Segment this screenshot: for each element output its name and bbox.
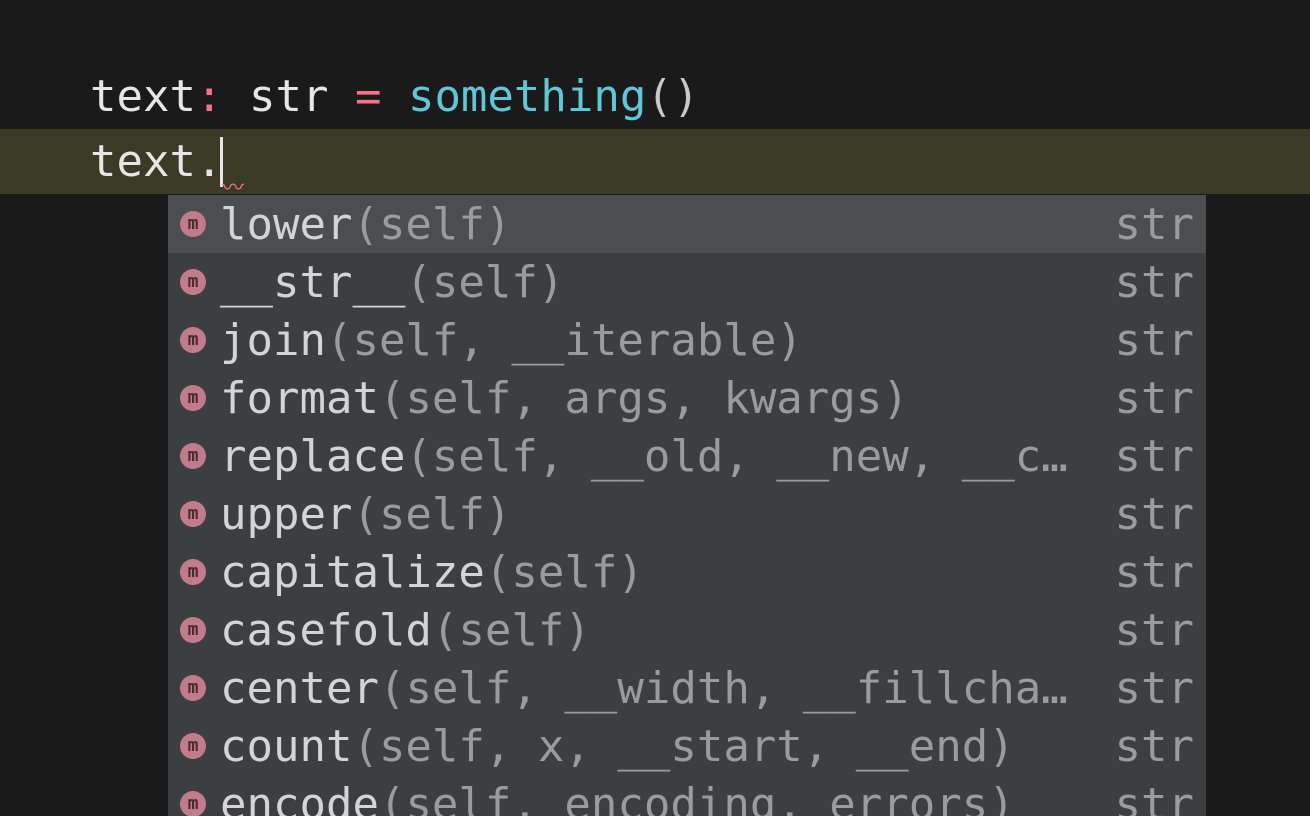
completion-params: (self, x, __start, __end): [352, 721, 1014, 772]
method-icon: m: [180, 211, 206, 237]
completion-return-type: str: [1097, 489, 1194, 540]
completion-name: format: [220, 373, 379, 424]
completion-signature: count(self, x, __start, __end): [220, 721, 1097, 772]
completion-return-type: str: [1097, 547, 1194, 598]
completion-name: replace: [220, 431, 405, 482]
method-icon: m: [180, 385, 206, 411]
completion-name: upper: [220, 489, 352, 540]
active-line[interactable]: text. 〰: [0, 129, 1310, 194]
token-function: something: [408, 71, 646, 122]
completion-return-type: str: [1097, 257, 1194, 308]
completion-params: (self, __old, __new, __c…: [405, 431, 1067, 482]
completion-return-type: str: [1097, 605, 1194, 656]
completion-name: __str__: [220, 257, 405, 308]
completion-signature: lower(self): [220, 199, 1097, 250]
token-variable: text: [90, 136, 196, 187]
autocomplete-item[interactable]: mcapitalize(self)str: [168, 543, 1206, 601]
method-icon: m: [180, 443, 206, 469]
method-icon: m: [180, 733, 206, 759]
autocomplete-item[interactable]: mformat(self, args, kwargs)str: [168, 369, 1206, 427]
code-line-1[interactable]: text: str = something(): [0, 0, 1310, 129]
method-icon: m: [180, 791, 206, 816]
autocomplete-item[interactable]: mupper(self)str: [168, 485, 1206, 543]
method-icon: m: [180, 675, 206, 701]
completion-params: (self): [405, 257, 564, 308]
completion-name: count: [220, 721, 352, 772]
completion-params: (self): [432, 605, 591, 656]
completion-name: casefold: [220, 605, 432, 656]
completion-signature: casefold(self): [220, 605, 1097, 656]
autocomplete-item[interactable]: mcount(self, x, __start, __end)str: [168, 717, 1206, 775]
token-variable: text: [90, 71, 196, 122]
completion-name: capitalize: [220, 547, 485, 598]
completion-name: lower: [220, 199, 352, 250]
token-type: str: [249, 71, 328, 122]
autocomplete-item[interactable]: mcasefold(self)str: [168, 601, 1206, 659]
autocomplete-popup[interactable]: mlower(self)strm__str__(self)strmjoin(se…: [168, 195, 1206, 816]
completion-signature: format(self, args, kwargs): [220, 373, 1097, 424]
completion-return-type: str: [1097, 721, 1194, 772]
completion-params: (self): [352, 199, 511, 250]
autocomplete-item[interactable]: mcenter(self, __width, __fillcha…str: [168, 659, 1206, 717]
token-equals: =: [355, 71, 382, 122]
completion-params: (self, __iterable): [326, 315, 803, 366]
autocomplete-item[interactable]: m__str__(self)str: [168, 253, 1206, 311]
completion-return-type: str: [1097, 431, 1194, 482]
completion-params: (self, args, kwargs): [379, 373, 909, 424]
completion-params: (self, encoding, errors): [379, 779, 1015, 816]
token-parens: (): [646, 71, 699, 122]
completion-return-type: str: [1097, 663, 1194, 714]
completion-signature: center(self, __width, __fillcha…: [220, 663, 1097, 714]
completion-signature: join(self, __iterable): [220, 315, 1097, 366]
completion-return-type: str: [1097, 779, 1194, 816]
method-icon: m: [180, 559, 206, 585]
completion-name: join: [220, 315, 326, 366]
code-line-2[interactable]: text.: [0, 129, 1310, 194]
method-icon: m: [180, 501, 206, 527]
completion-return-type: str: [1097, 373, 1194, 424]
completion-signature: __str__(self): [220, 257, 1097, 308]
method-icon: m: [180, 327, 206, 353]
completion-signature: encode(self, encoding, errors): [220, 779, 1097, 816]
method-icon: m: [180, 617, 206, 643]
autocomplete-item[interactable]: mencode(self, encoding, errors)str: [168, 775, 1206, 816]
autocomplete-item[interactable]: mjoin(self, __iterable)str: [168, 311, 1206, 369]
completion-name: center: [220, 663, 379, 714]
completion-name: encode: [220, 779, 379, 816]
method-icon: m: [180, 269, 206, 295]
completion-return-type: str: [1097, 199, 1194, 250]
completion-signature: capitalize(self): [220, 547, 1097, 598]
completion-signature: replace(self, __old, __new, __c…: [220, 431, 1097, 482]
autocomplete-item[interactable]: mreplace(self, __old, __new, __c…str: [168, 427, 1206, 485]
completion-params: (self): [485, 547, 644, 598]
completion-return-type: str: [1097, 315, 1194, 366]
error-squiggle-icon: 〰: [222, 184, 238, 194]
completion-params: (self, __width, __fillcha…: [379, 663, 1068, 714]
token-dot: .: [196, 136, 223, 187]
completion-signature: upper(self): [220, 489, 1097, 540]
token-colon: :: [196, 71, 223, 122]
autocomplete-item[interactable]: mlower(self)str: [168, 195, 1206, 253]
code-editor[interactable]: text: str = something() text. 〰 mlower(s…: [0, 0, 1310, 816]
completion-params: (self): [352, 489, 511, 540]
